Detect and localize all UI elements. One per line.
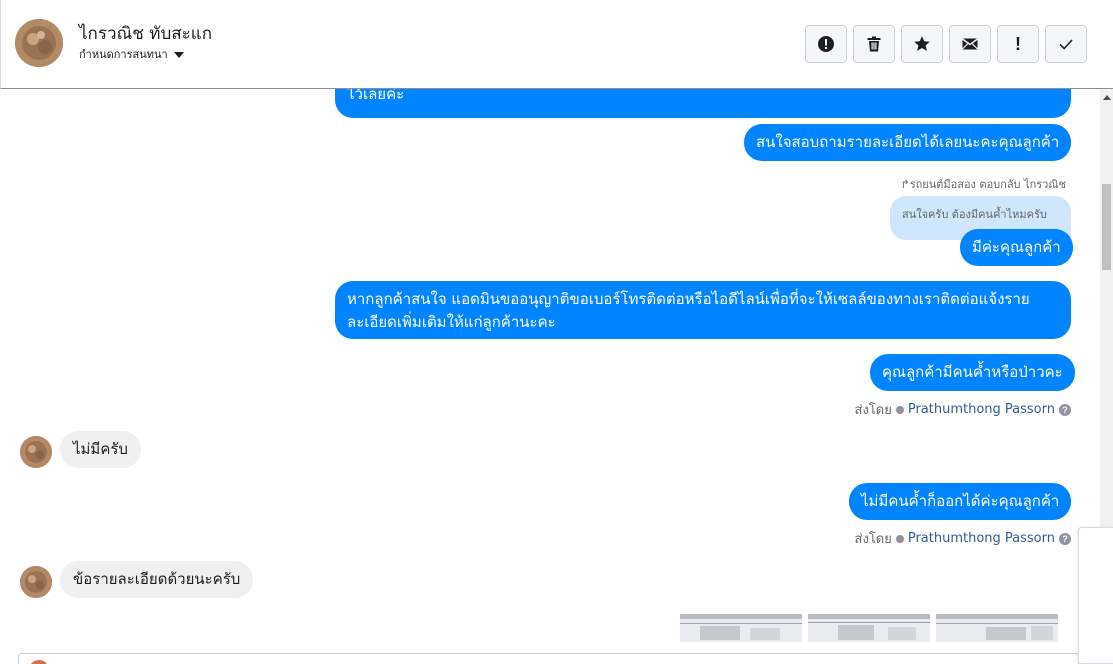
message-bubble-outgoing[interactable]: หากลูกค้าสนใจ แอดมินขออนุญาติขอเบอร์โทรต… bbox=[335, 281, 1071, 339]
inbox-conversation-view: ไกรวณิช ทับสะแก กำหนดการสนทนา ! ไว้เลยค่… bbox=[0, 0, 1113, 664]
page-avatar bbox=[29, 660, 49, 664]
message-text: ข้อรายละเอียดด้วยนะครับ bbox=[73, 570, 241, 588]
message-text: มีค่ะคุณลูกค้า bbox=[972, 238, 1061, 256]
scrollbar-thumb[interactable] bbox=[1102, 184, 1111, 270]
message-bubble-outgoing[interactable]: สนใจสอบถามรายละเอียดได้เลยนะคะคุณลูกค้า bbox=[744, 124, 1072, 161]
mark-unread-button[interactable] bbox=[949, 25, 991, 63]
checkmark-icon bbox=[1059, 39, 1073, 50]
image-attachment[interactable] bbox=[680, 614, 802, 642]
reply-arrow-icon: ↱ bbox=[900, 178, 910, 191]
alert-circle-icon bbox=[818, 36, 834, 52]
message-bubble-outgoing[interactable]: ไว้เลยค่ะ bbox=[335, 89, 1071, 118]
caret-down-icon bbox=[173, 51, 184, 58]
conversation-label-dropdown[interactable]: กำหนดการสนทนา bbox=[79, 45, 184, 63]
label-dropdown-text: กำหนดการสนทนา bbox=[79, 48, 168, 61]
page-verified-icon bbox=[895, 534, 904, 543]
message-thread[interactable]: ไว้เลยค่ะ สนใจสอบถามรายละเอียดได้เลยนะคะ… bbox=[0, 89, 1100, 664]
message-text: หากลูกค้าสนใจ แอดมินขออนุญาติขอเบอร์โทรต… bbox=[347, 290, 1030, 331]
reply-context-label: ↱รถยนต์มือสอง ตอบกลับ ไกรวณิช bbox=[900, 178, 1066, 191]
star-button[interactable] bbox=[901, 25, 943, 63]
image-attachment[interactable] bbox=[936, 614, 1058, 642]
message-text: ไม่มีครับ bbox=[73, 440, 128, 458]
message-text: ไว้เลยค่ะ bbox=[347, 89, 405, 103]
message-bubble-outgoing[interactable]: มีค่ะคุณลูกค้า bbox=[960, 229, 1073, 266]
contact-avatar-small[interactable] bbox=[20, 566, 52, 598]
header-action-bar: ! bbox=[805, 25, 1087, 63]
conversation-header: ไกรวณิช ทับสะแก กำหนดการสนทนา ! bbox=[0, 0, 1113, 89]
mark-done-button[interactable] bbox=[1045, 25, 1087, 63]
image-attachment[interactable] bbox=[808, 614, 930, 642]
envelope-icon bbox=[962, 38, 978, 50]
exclamation-icon: ! bbox=[1015, 33, 1021, 54]
message-bubble-outgoing[interactable]: คุณลูกค้ามีคนค้ำหรือป่าวคะ bbox=[870, 354, 1075, 391]
message-text: สนใจสอบถามรายละเอียดได้เลยนะคะคุณลูกค้า bbox=[756, 133, 1060, 151]
help-icon[interactable]: ? bbox=[1059, 532, 1071, 545]
help-icon[interactable]: ? bbox=[1059, 403, 1071, 416]
page-verified-icon bbox=[895, 405, 904, 414]
follow-up-button[interactable]: ! bbox=[997, 25, 1039, 63]
trash-icon bbox=[867, 36, 881, 52]
message-text: ไม่มีคนค้ำก็ออกได้ค่ะคุณลูกค้า bbox=[861, 492, 1060, 510]
star-icon bbox=[914, 36, 930, 51]
side-panel-collapsed[interactable] bbox=[1078, 527, 1113, 664]
message-bubble-outgoing[interactable]: ไม่มีคนค้ำก็ออกได้ค่ะคุณลูกค้า bbox=[849, 483, 1072, 520]
reply-composer[interactable] bbox=[18, 653, 1080, 664]
message-bubble-incoming[interactable]: ไม่มีครับ bbox=[60, 431, 141, 468]
sent-by-label: ส่งโดย Prathumthong Passorn ? bbox=[855, 528, 1071, 549]
message-text: คุณลูกค้ามีคนค้ำหรือป่าวคะ bbox=[882, 363, 1063, 381]
quoted-text: สนใจครับ ต้องมีคนค้ำไหมครับ bbox=[902, 208, 1047, 221]
contact-name[interactable]: ไกรวณิช ทับสะแก bbox=[79, 20, 212, 47]
scroll-up-arrow-icon[interactable] bbox=[1103, 95, 1111, 100]
sent-by-label: ส่งโดย Prathumthong Passorn ? bbox=[855, 399, 1071, 420]
contact-avatar-small[interactable] bbox=[20, 436, 52, 468]
message-bubble-incoming[interactable]: ข้อรายละเอียดด้วยนะครับ bbox=[60, 561, 254, 598]
mark-spam-button[interactable] bbox=[805, 25, 847, 63]
sender-name-link[interactable]: Prathumthong Passorn bbox=[908, 531, 1055, 546]
contact-avatar[interactable] bbox=[15, 19, 63, 67]
delete-button[interactable] bbox=[853, 25, 895, 63]
sender-name-link[interactable]: Prathumthong Passorn bbox=[908, 402, 1055, 417]
